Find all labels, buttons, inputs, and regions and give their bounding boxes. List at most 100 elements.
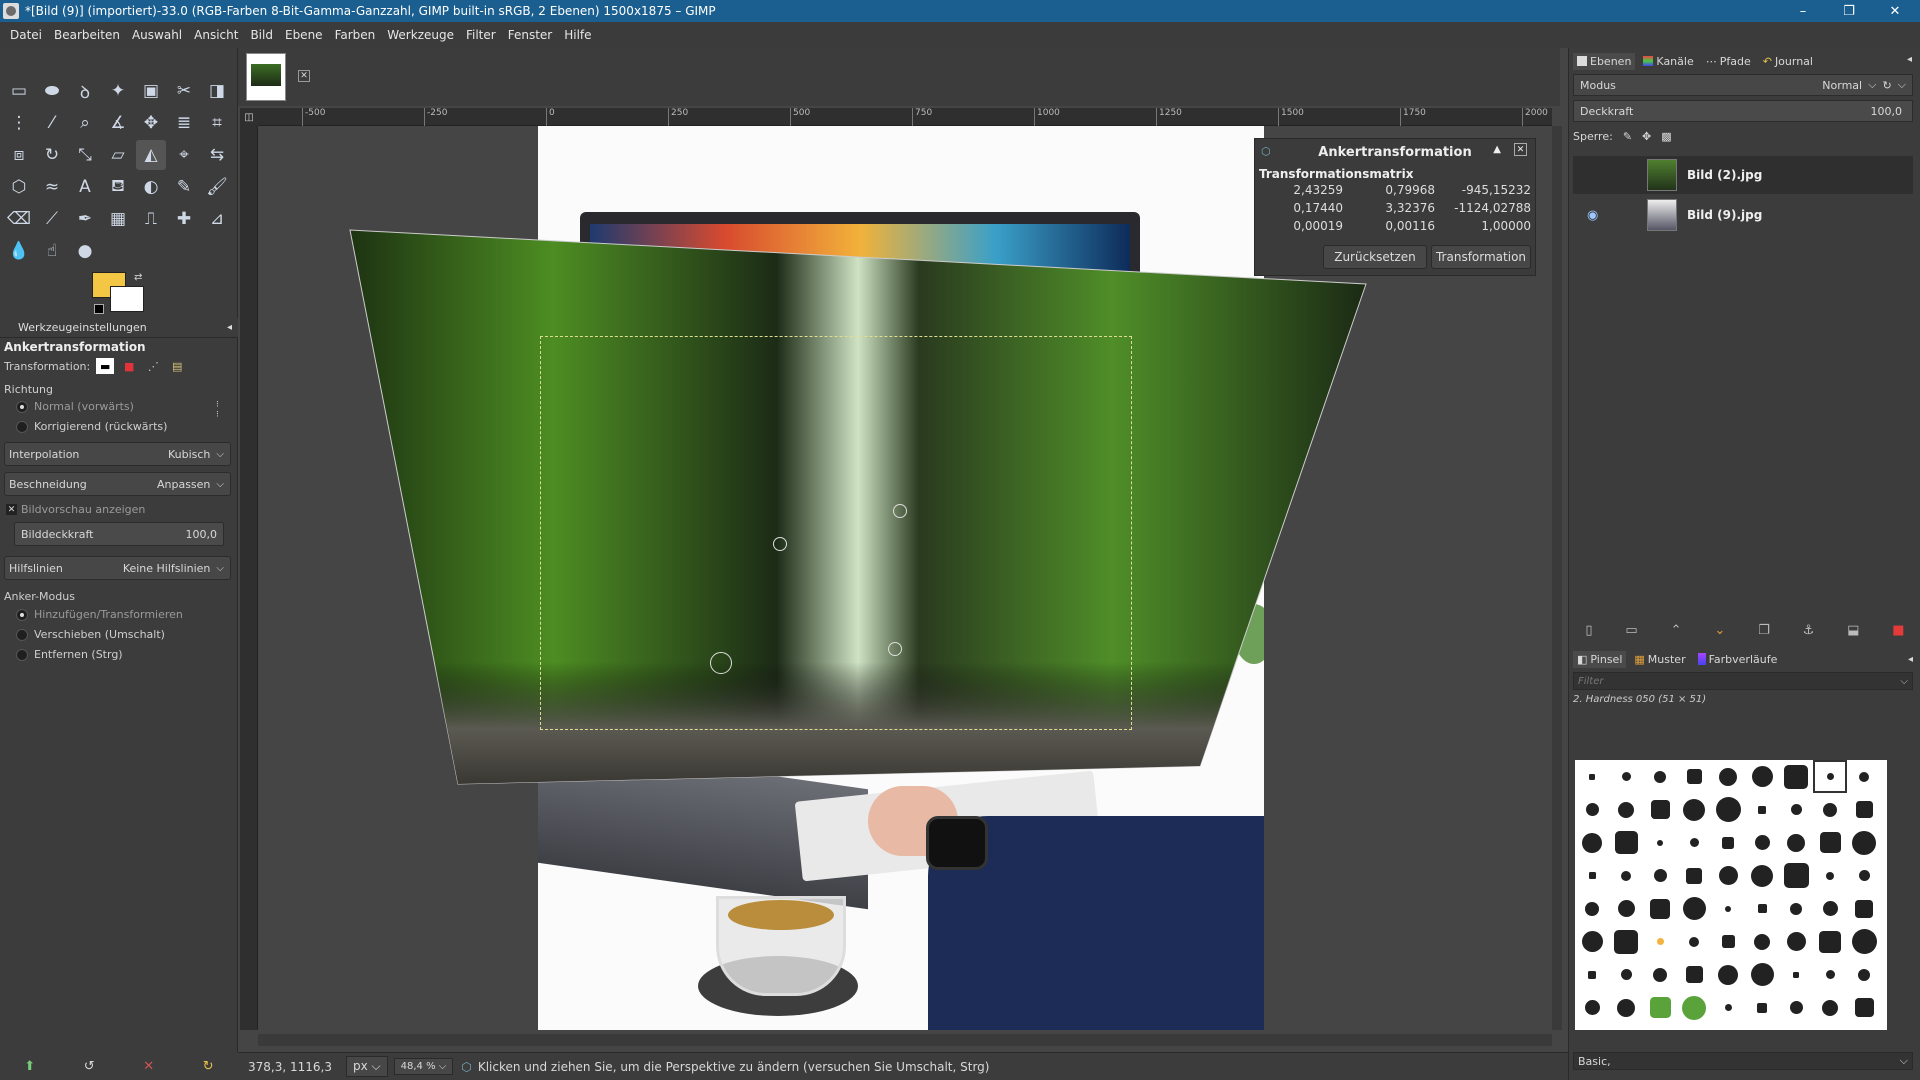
tab-patterns[interactable]: ▦ Muster bbox=[1630, 651, 1689, 668]
show-preview-option[interactable]: ✕ Bildvorschau anzeigen bbox=[6, 503, 145, 516]
zoom-select[interactable]: 48,4 % ⌵ bbox=[393, 1058, 454, 1075]
brush-preview[interactable] bbox=[1686, 867, 1702, 884]
brush-preview[interactable] bbox=[1825, 970, 1835, 979]
brush-preview[interactable] bbox=[1859, 771, 1869, 782]
brush-preview[interactable] bbox=[1617, 998, 1635, 1017]
brush-preview[interactable] bbox=[1621, 772, 1631, 781]
brush-preview[interactable] bbox=[1757, 904, 1767, 913]
brush-preview[interactable] bbox=[1819, 832, 1841, 853]
brush-preview[interactable] bbox=[1790, 902, 1802, 915]
menu-auswahl[interactable]: Auswahl bbox=[126, 28, 188, 42]
menu-farben[interactable]: Farben bbox=[329, 28, 382, 42]
brush-preview[interactable] bbox=[1724, 1004, 1732, 1011]
fuzzy-select-icon[interactable]: ✦ bbox=[103, 76, 133, 106]
perspective-clone-icon[interactable]: ⊿ bbox=[202, 204, 232, 234]
menu-bild[interactable]: Bild bbox=[244, 28, 279, 42]
paths-icon[interactable]: ⋮ bbox=[4, 108, 34, 138]
layer-opacity-slider[interactable]: Deckkraft 100,0 bbox=[1573, 100, 1913, 122]
brush-preview[interactable] bbox=[1725, 905, 1731, 912]
foreground-select-icon[interactable]: ◨ bbox=[202, 76, 232, 106]
close-dialog-icon[interactable]: ✕ bbox=[1514, 143, 1527, 156]
transform-path-icon[interactable]: ⋰ bbox=[144, 358, 162, 374]
warp-transform-icon[interactable]: ≈ bbox=[37, 172, 67, 202]
brush-preview[interactable] bbox=[1715, 797, 1741, 822]
layer-row[interactable]: Bild (2).jpg bbox=[1573, 156, 1913, 194]
tab-brushes[interactable]: ◧ Pinsel bbox=[1573, 650, 1627, 668]
lock-pixels-icon[interactable]: ✎ bbox=[1623, 130, 1632, 143]
brush-preview[interactable] bbox=[1858, 968, 1870, 981]
horizontal-ruler[interactable]: -500 -250 0 250 500 750 1000 1250 1500 1750 2000 bbox=[258, 108, 1552, 126]
menu-bearbeiten[interactable]: Bearbeiten bbox=[48, 28, 126, 42]
layer-row[interactable]: ◉ Bild (9).jpg bbox=[1573, 196, 1913, 234]
layer-mode-combo[interactable]: Modus Normal ⌵ ↻ ⌵ bbox=[1573, 74, 1913, 96]
raise-layer-icon[interactable]: ⌃ bbox=[1671, 623, 1682, 638]
close-image-icon[interactable]: ✕ bbox=[298, 70, 310, 82]
brush-preview[interactable] bbox=[1786, 932, 1806, 951]
brush-preview[interactable] bbox=[1823, 802, 1837, 817]
image-opacity-slider[interactable]: Bilddeckkraft 100,0 bbox=[14, 522, 224, 546]
tab-layers[interactable]: Ebenen bbox=[1573, 52, 1636, 70]
lock-alpha-icon[interactable]: ▩ bbox=[1661, 130, 1671, 143]
menu-datei[interactable]: Datei bbox=[4, 28, 48, 42]
direction-normal-option[interactable]: Normal (vorwärts) bbox=[16, 400, 134, 413]
image-tab-thumbnail[interactable] bbox=[246, 53, 286, 101]
mypaint-brush-icon[interactable]: ▦ bbox=[103, 204, 133, 234]
tab-journal[interactable]: ↶ Journal bbox=[1759, 53, 1817, 70]
anchor-move-option[interactable]: Verschieben (Umschalt) bbox=[16, 628, 165, 641]
brush-preview[interactable] bbox=[1620, 969, 1632, 980]
brush-preview[interactable] bbox=[1682, 995, 1706, 1020]
brush-tag-input[interactable]: Basic, ⌵ bbox=[1573, 1052, 1913, 1070]
shear-icon[interactable]: ▱ bbox=[103, 140, 133, 170]
brush-preview[interactable] bbox=[1649, 997, 1671, 1018]
heal-icon[interactable]: ✚ bbox=[169, 204, 199, 234]
restore-options-icon[interactable]: ↺ bbox=[84, 1059, 95, 1074]
mode-reset-icon[interactable]: ↻ bbox=[1882, 79, 1891, 92]
ellipse-select-icon[interactable]: ⬬ bbox=[37, 76, 67, 106]
brush-preview[interactable] bbox=[1686, 769, 1702, 784]
brush-preview[interactable] bbox=[1751, 766, 1773, 787]
transformation-button[interactable]: Transformation bbox=[1431, 245, 1531, 269]
brush-preview[interactable] bbox=[1656, 938, 1664, 945]
layer-name[interactable]: Bild (9).jpg bbox=[1687, 208, 1762, 222]
perspective-icon[interactable]: ◭ bbox=[136, 140, 166, 170]
interpolation-combo[interactable]: Interpolation Kubisch ⌵ bbox=[4, 442, 231, 466]
transform-handle[interactable] bbox=[888, 642, 902, 656]
delete-options-icon[interactable]: ✕ bbox=[143, 1059, 154, 1074]
brush-preview[interactable] bbox=[1851, 929, 1877, 954]
brush-preview[interactable] bbox=[1653, 967, 1667, 982]
brush-filter-input[interactable]: Filter ⌵ bbox=[1573, 672, 1913, 690]
rotate-icon[interactable]: ↻ bbox=[37, 140, 67, 170]
layer-name[interactable]: Bild (2).jpg bbox=[1687, 168, 1762, 182]
reset-button[interactable]: Zurücksetzen bbox=[1323, 245, 1427, 269]
brush-preview[interactable] bbox=[1581, 931, 1603, 952]
anchor-move-radio[interactable] bbox=[16, 629, 28, 641]
tab-paths[interactable]: ⋯ Pfade bbox=[1702, 53, 1755, 70]
brush-preview[interactable] bbox=[1617, 900, 1635, 917]
brush-preview[interactable] bbox=[1689, 936, 1699, 947]
scissors-select-icon[interactable]: ✂ bbox=[169, 76, 199, 106]
new-layer-icon[interactable]: ▯ bbox=[1585, 623, 1592, 638]
dock-menu-icon[interactable]: ◂ bbox=[1908, 654, 1913, 665]
move-icon[interactable]: ✥ bbox=[136, 108, 166, 138]
menu-fenster[interactable]: Fenster bbox=[502, 28, 559, 42]
blur-icon[interactable]: 💧 bbox=[4, 236, 34, 266]
new-layer-group-icon[interactable]: ▭ bbox=[1625, 623, 1637, 638]
brush-preview[interactable] bbox=[1783, 863, 1809, 888]
ink-icon[interactable]: ✒ bbox=[70, 204, 100, 234]
menu-filter[interactable]: Filter bbox=[460, 28, 502, 42]
brush-preview[interactable] bbox=[1790, 804, 1802, 815]
brush-preview[interactable] bbox=[1653, 869, 1667, 882]
brush-preview[interactable] bbox=[1852, 830, 1876, 855]
direction-normal-radio[interactable] bbox=[16, 401, 28, 413]
zoom-icon[interactable]: ⌕ bbox=[70, 108, 100, 138]
anchor-remove-option[interactable]: Entfernen (Strg) bbox=[16, 648, 123, 661]
dock-menu-icon[interactable]: ◂ bbox=[1907, 54, 1912, 65]
chain-link-icon[interactable]: ⁝ ⁝ bbox=[216, 400, 219, 420]
brush-preview[interactable] bbox=[1855, 801, 1873, 818]
brush-preview[interactable] bbox=[1685, 966, 1703, 983]
brush-preview[interactable] bbox=[1584, 1000, 1600, 1015]
brush-grid[interactable] bbox=[1575, 760, 1887, 1030]
brush-preview[interactable] bbox=[1721, 935, 1735, 948]
rect-select-icon[interactable]: ▭ bbox=[4, 76, 34, 106]
brush-preview[interactable] bbox=[1682, 897, 1706, 920]
